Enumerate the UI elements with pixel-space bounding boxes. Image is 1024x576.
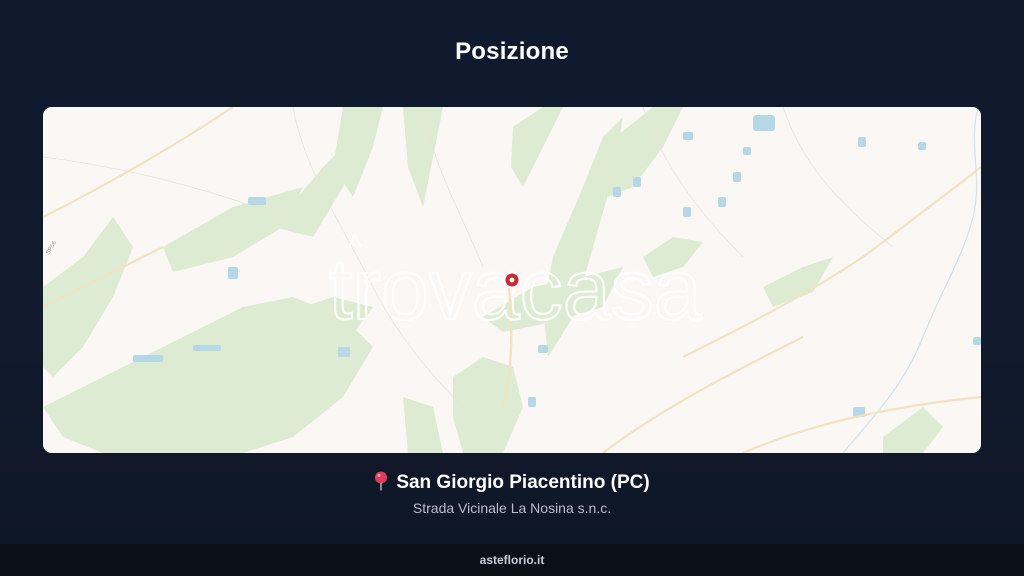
page-title: Posizione	[455, 38, 569, 65]
footer-site-link[interactable]: asteflorio.it	[480, 553, 545, 567]
watermark-logo: trovacasa	[329, 242, 702, 338]
map-view[interactable]: SP56 trovacasa	[43, 107, 981, 453]
map-pin-icon	[374, 471, 388, 497]
location-address: Strada Vicinale La Nosina s.n.c.	[412, 500, 612, 516]
footer: asteflorio.it	[0, 544, 1024, 576]
location-marker-icon[interactable]	[503, 271, 521, 289]
location-name: San Giorgio Piacentino (PC)	[396, 472, 650, 493]
location-heading: San Giorgio Piacentino (PC)	[0, 471, 1024, 497]
map-canvas[interactable]: SP56 trovacasa	[43, 107, 981, 453]
